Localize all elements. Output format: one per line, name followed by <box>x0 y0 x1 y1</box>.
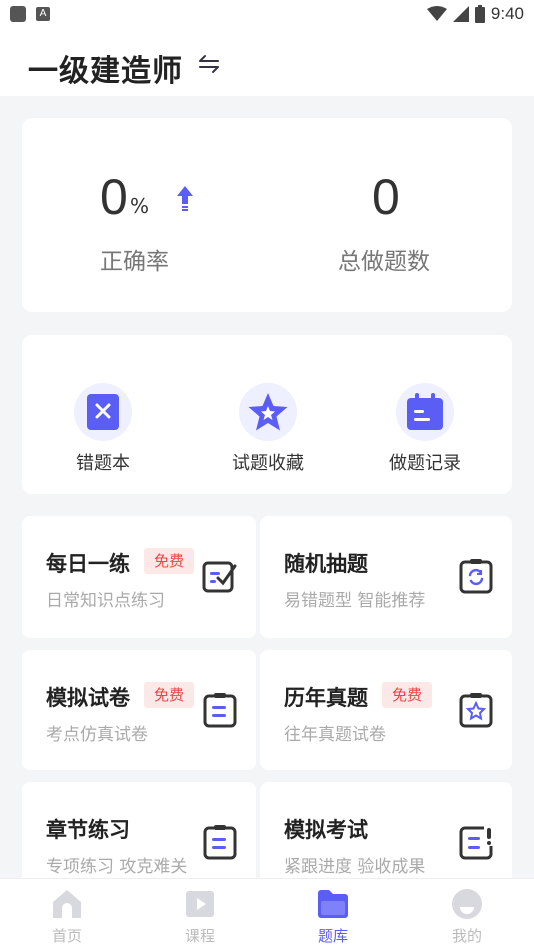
quick-actions-card: 错题本 试题收藏 做题记录 <box>22 335 512 494</box>
free-badge: 免费 <box>144 548 195 574</box>
profile-icon <box>452 889 482 919</box>
mock-paper-tile[interactable]: 模拟试卷 免费 考点仿真试卷 <box>22 650 256 770</box>
app-notification-icon: A <box>36 7 50 21</box>
tile-title: 随机抽题 <box>284 552 368 576</box>
favorites-label: 试题收藏 <box>232 453 304 474</box>
tile-title: 模拟试卷 <box>46 686 130 710</box>
refresh-doc-icon <box>459 559 493 594</box>
bottom-tab-bar: 首页 课程 题库 我的 <box>0 878 534 950</box>
total-value: 0 <box>372 169 400 225</box>
star-icon <box>239 383 297 441</box>
tile-subtitle: 考点仿真试卷 <box>46 725 148 745</box>
tile-subtitle: 专项练习 攻克难关 <box>46 857 188 877</box>
star-doc-icon <box>459 693 493 728</box>
calendar-icon <box>396 383 454 441</box>
accuracy-label: 正确率 <box>100 249 169 275</box>
wifi-icon <box>426 6 447 21</box>
free-badge: 免费 <box>382 682 433 708</box>
tab-home[interactable]: 首页 <box>22 887 112 946</box>
tile-title: 章节练习 <box>46 818 130 842</box>
battery-icon <box>474 5 485 23</box>
notification-icon <box>10 6 26 22</box>
accuracy-unit: % <box>130 194 150 218</box>
tile-title: 历年真题 <box>284 686 368 710</box>
stats-card: 0 % 正确率 0 总做题数 <box>22 118 512 312</box>
wrong-book-label: 错题本 <box>76 453 130 474</box>
daily-practice-tile[interactable]: 每日一练 免费 日常知识点练习 <box>22 516 256 638</box>
status-bar: A 9:40 <box>0 0 534 28</box>
tile-title: 每日一练 <box>46 552 130 576</box>
tile-subtitle: 易错题型 智能推荐 <box>284 591 426 611</box>
tab-profile[interactable]: 我的 <box>422 887 512 946</box>
favorites-button[interactable]: 试题收藏 <box>203 383 333 475</box>
records-label: 做题记录 <box>389 453 461 474</box>
chapter-practice-tile[interactable]: 章节练习 专项练习 攻克难关 <box>22 782 256 892</box>
accuracy-value: 0 <box>100 169 128 225</box>
tile-title: 模拟考试 <box>284 818 368 842</box>
folder-icon <box>318 890 348 918</box>
records-button[interactable]: 做题记录 <box>360 383 490 475</box>
doc-icon <box>203 825 237 860</box>
page-title[interactable]: 一级建造师 <box>28 46 183 90</box>
mock-exam-tile[interactable]: 模拟考试 紧跟进度 验收成果 <box>260 782 512 892</box>
signal-icon <box>452 6 469 22</box>
wrong-book-button[interactable]: 错题本 <box>38 383 168 475</box>
tile-subtitle: 日常知识点练习 <box>46 591 165 611</box>
total-label: 总做题数 <box>338 249 430 275</box>
random-questions-tile[interactable]: 随机抽题 易错题型 智能推荐 <box>260 516 512 638</box>
tile-subtitle: 紧跟进度 验收成果 <box>284 857 426 877</box>
switch-exam-icon[interactable] <box>198 54 220 74</box>
tab-label: 题库 <box>317 927 348 945</box>
tab-label: 课程 <box>184 927 215 945</box>
tab-label: 首页 <box>51 927 82 945</box>
tab-question-bank[interactable]: 题库 <box>288 887 378 946</box>
past-exams-tile[interactable]: 历年真题 免费 往年真题试卷 <box>260 650 512 770</box>
doc-icon <box>203 693 237 728</box>
alert-doc-icon <box>459 826 493 860</box>
home-icon <box>53 890 81 918</box>
tab-courses[interactable]: 课程 <box>155 887 245 946</box>
arrow-up-icon <box>177 186 193 211</box>
title-bar: 一级建造师 <box>0 28 534 96</box>
check-doc-icon <box>202 561 237 593</box>
free-badge: 免费 <box>144 682 195 708</box>
tile-subtitle: 往年真题试卷 <box>284 725 386 745</box>
wrong-book-icon <box>74 383 132 441</box>
tab-label: 我的 <box>451 927 482 945</box>
video-icon <box>186 891 214 917</box>
clock: 9:40 <box>490 4 524 23</box>
